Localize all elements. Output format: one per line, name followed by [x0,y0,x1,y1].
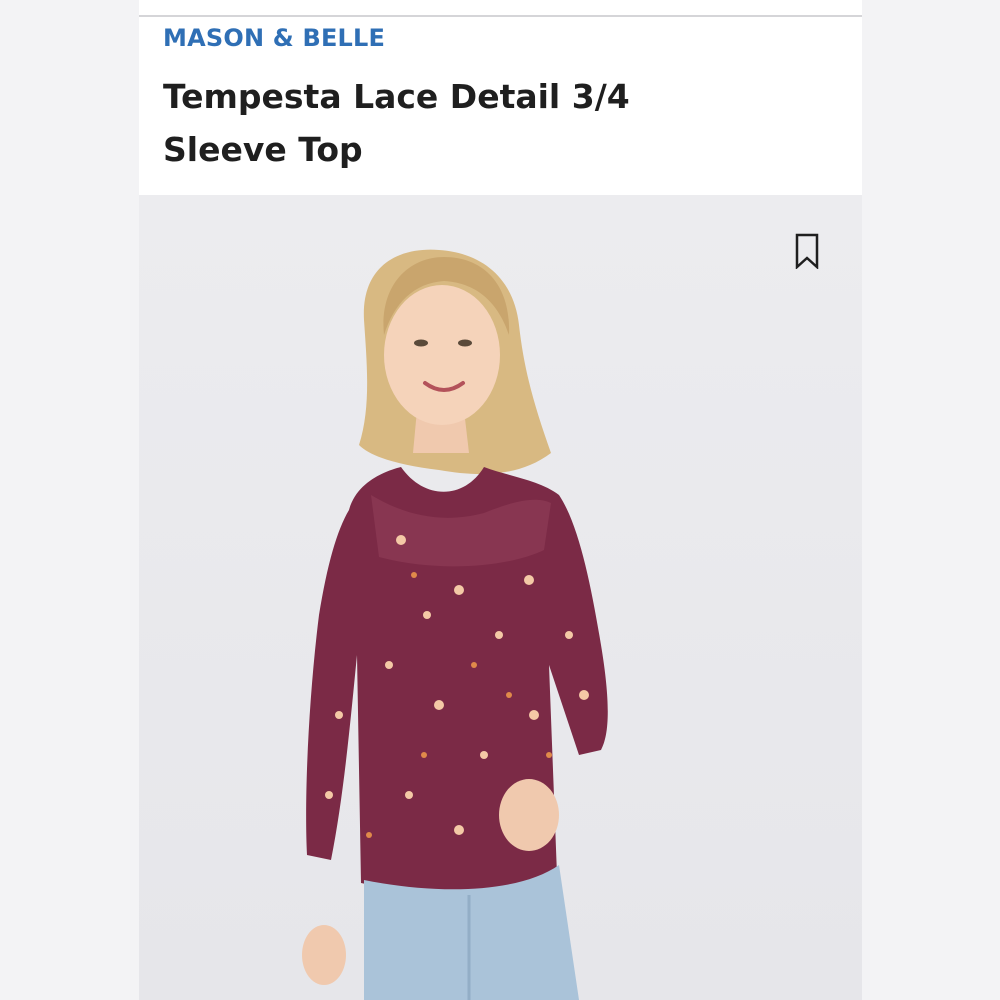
model-illustration [302,249,608,1000]
product-title: Tempesta Lace Detail 3/4 Sleeve Top [163,77,630,169]
left-margin [0,0,139,1000]
product-header: MASON & BELLE Tempesta Lace Detail 3/4 S… [139,0,862,195]
divider [139,15,862,17]
brand-link[interactable]: MASON & BELLE [163,24,385,52]
bookmark-button[interactable] [792,233,822,270]
bookmark-icon [795,233,819,270]
product-card: MASON & BELLE Tempesta Lace Detail 3/4 S… [139,0,862,1000]
right-margin [862,0,1000,1000]
